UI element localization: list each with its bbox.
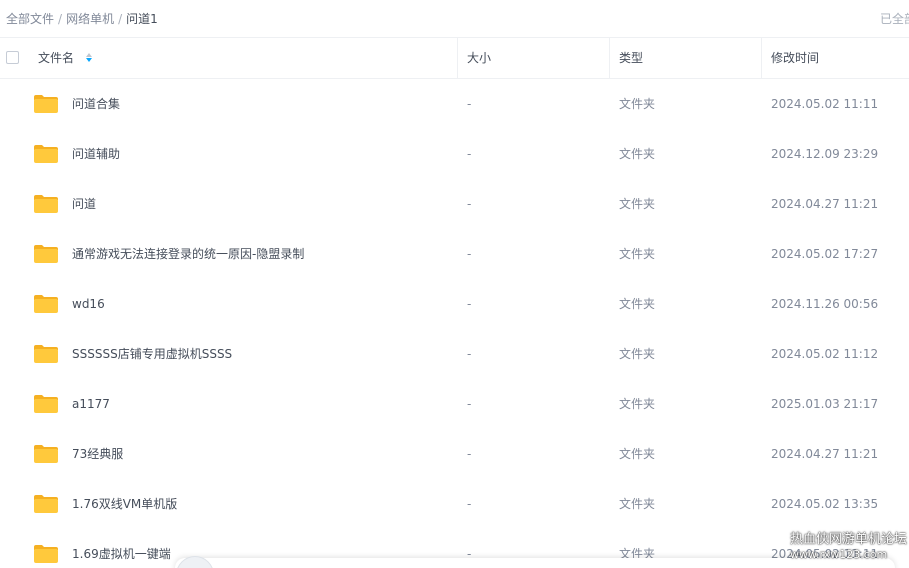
file-type: 文件夹: [619, 247, 656, 261]
file-size: -: [467, 297, 472, 311]
file-type: 文件夹: [619, 197, 656, 211]
file-name[interactable]: 问道辅助: [72, 129, 120, 179]
file-name[interactable]: 问道: [72, 179, 96, 229]
file-modified: 2024.05.02 11:12: [771, 347, 879, 361]
file-name[interactable]: 问道合集: [72, 79, 120, 129]
sort-icon[interactable]: [85, 52, 94, 64]
column-divider[interactable]: [457, 38, 458, 78]
breadcrumb-all-files[interactable]: 全部文件: [6, 10, 54, 27]
breadcrumb-separator: /: [118, 11, 123, 26]
file-name[interactable]: 1.76双线VM单机版: [72, 479, 177, 529]
watermark: 热血侠网游单机论坛 www.rxw123.com: [790, 532, 907, 562]
file-name[interactable]: a1177: [72, 379, 110, 429]
file-size: -: [467, 97, 472, 111]
file-name[interactable]: 1.69虚拟机一键端: [72, 529, 171, 568]
file-modified: 2024.05.02 17:27: [771, 247, 879, 261]
column-header-modified-label: 修改时间: [771, 51, 820, 65]
table-row[interactable]: 问道辅助 - 文件夹 2024.12.09 23:29: [0, 129, 909, 179]
bottom-toolbar: [175, 558, 895, 568]
folder-icon: [34, 95, 58, 113]
file-size: -: [467, 497, 472, 511]
file-size: -: [467, 247, 472, 261]
file-type: 文件夹: [619, 497, 656, 511]
table-row[interactable]: a1177 - 文件夹 2025.01.03 21:17: [0, 379, 909, 429]
file-browser: 全部文件 / 网络单机 / 问道1 已全部 文件名 大小 类型 修改时间: [0, 0, 909, 568]
table-row[interactable]: 问道合集 - 文件夹 2024.05.02 11:11: [0, 79, 909, 129]
file-modified: 2024.04.27 11:21: [771, 447, 879, 461]
file-list: 问道合集 - 文件夹 2024.05.02 11:11 问道辅助 - 文件夹 2…: [0, 79, 909, 568]
file-name[interactable]: wd16: [72, 279, 105, 329]
column-header-type-label: 类型: [619, 51, 644, 65]
file-type: 文件夹: [619, 97, 656, 111]
file-modified: 2024.04.27 11:21: [771, 197, 879, 211]
file-size: -: [467, 397, 472, 411]
file-size: -: [467, 347, 472, 361]
breadcrumb-current: 问道1: [126, 12, 158, 26]
file-size: -: [467, 197, 472, 211]
column-header-size-label: 大小: [467, 51, 492, 65]
folder-icon: [34, 345, 58, 363]
file-type: 文件夹: [619, 397, 656, 411]
folder-icon: [34, 295, 58, 313]
folder-icon: [34, 445, 58, 463]
file-modified: 2024.12.09 23:29: [771, 147, 879, 161]
table-row[interactable]: 73经典服 - 文件夹 2024.04.27 11:21: [0, 429, 909, 479]
breadcrumb: 全部文件 / 网络单机 / 问道1: [6, 10, 158, 27]
column-header-name[interactable]: 文件名: [38, 38, 94, 78]
folder-icon: [34, 395, 58, 413]
file-type: 文件夹: [619, 447, 656, 461]
file-modified: 2024.11.26 00:56: [771, 297, 879, 311]
file-type: 文件夹: [619, 297, 656, 311]
file-name[interactable]: SSSSSS店铺专用虚拟机SSSS: [72, 329, 232, 379]
column-header-type[interactable]: 类型: [619, 38, 643, 78]
breadcrumb-bar: 全部文件 / 网络单机 / 问道1 已全部: [0, 0, 909, 36]
column-divider[interactable]: [761, 38, 762, 78]
table-row[interactable]: wd16 - 文件夹 2024.11.26 00:56: [0, 279, 909, 329]
folder-icon: [34, 545, 58, 563]
watermark-line2: www.rxw123.com: [790, 548, 888, 561]
select-all-checkbox[interactable]: [6, 51, 19, 64]
file-modified: 2024.05.02 11:11: [771, 97, 879, 111]
folder-icon: [34, 195, 58, 213]
file-size: -: [467, 147, 472, 161]
breadcrumb-separator: /: [58, 11, 63, 26]
file-name[interactable]: 73经典服: [72, 429, 123, 479]
file-type: 文件夹: [619, 147, 656, 161]
file-modified: 2024.05.02 13:35: [771, 497, 879, 511]
file-modified: 2025.01.03 21:17: [771, 397, 879, 411]
folder-icon: [34, 245, 58, 263]
table-header: 文件名 大小 类型 修改时间: [0, 37, 909, 79]
table-row[interactable]: SSSSSS店铺专用虚拟机SSSS - 文件夹 2024.05.02 11:12: [0, 329, 909, 379]
file-size: -: [467, 447, 472, 461]
file-type: 文件夹: [619, 347, 656, 361]
file-name[interactable]: 通常游戏无法连接登录的统一原因-隐盟录制: [72, 229, 304, 279]
table-row[interactable]: 通常游戏无法连接登录的统一原因-隐盟录制 - 文件夹 2024.05.02 17…: [0, 229, 909, 279]
folder-icon: [34, 495, 58, 513]
column-header-modified[interactable]: 修改时间: [771, 38, 819, 78]
folder-icon: [34, 145, 58, 163]
column-header-size[interactable]: 大小: [467, 38, 491, 78]
table-row[interactable]: 1.76双线VM单机版 - 文件夹 2024.05.02 13:35: [0, 479, 909, 529]
table-row[interactable]: 问道 - 文件夹 2024.04.27 11:21: [0, 179, 909, 229]
breadcrumb-network-standalone[interactable]: 网络单机: [66, 10, 114, 27]
column-header-name-label: 文件名: [38, 51, 75, 65]
loaded-all-label: 已全部: [880, 12, 909, 26]
watermark-line1: 热血侠网游单机论坛: [790, 532, 908, 547]
column-divider[interactable]: [609, 38, 610, 78]
